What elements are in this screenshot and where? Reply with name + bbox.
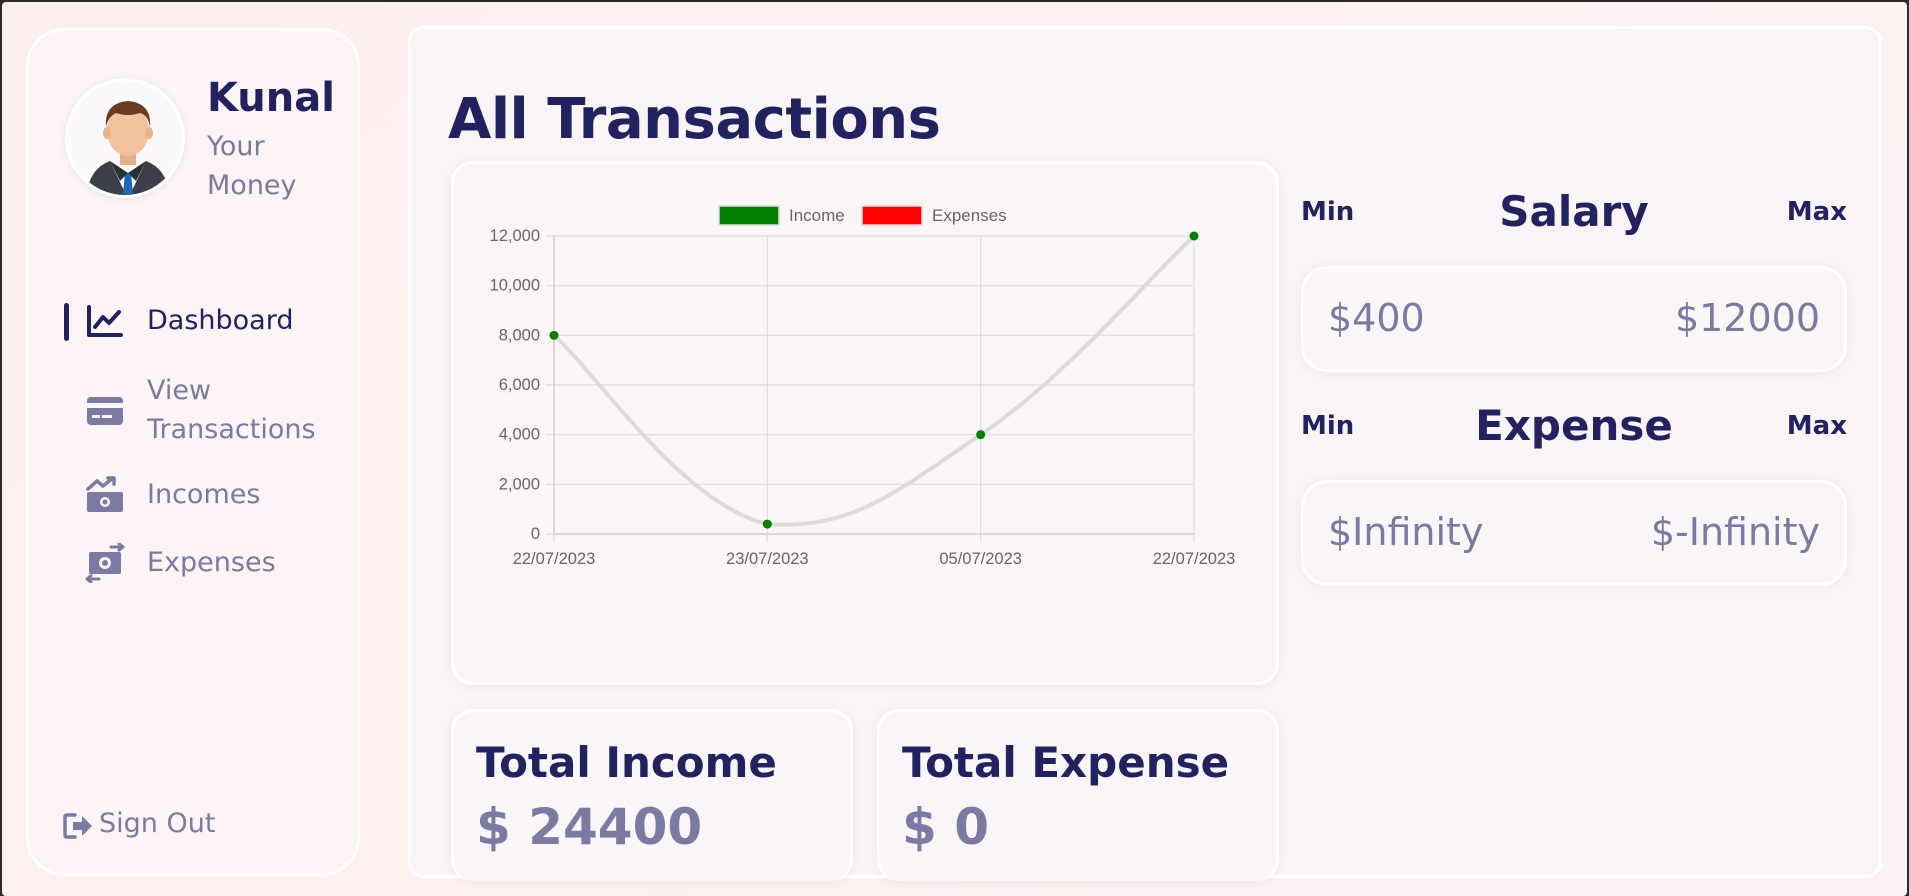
line-chart: 0 2,000 4,000 6,000 8,000 10,000 12,000 22/07/2…	[490, 205, 1236, 568]
salary-title: Salary	[1499, 187, 1649, 236]
legend-swatch	[718, 205, 780, 226]
y-tick-label: 12,000	[490, 227, 540, 245]
sidebar-item-dashboard[interactable]: Dashboard	[29, 301, 357, 345]
sign-out-icon	[63, 813, 92, 839]
total-income-value: $ 24400	[476, 798, 703, 856]
money-exchange-icon	[85, 542, 125, 584]
active-indicator	[64, 303, 69, 341]
user-name: Kunal	[207, 75, 335, 121]
y-tick-label: 8,000	[499, 326, 540, 344]
total-income-label: Total Income	[476, 738, 777, 787]
expense-range-box: $Infinity $-Infinity	[1301, 480, 1847, 586]
x-tick-label: 22/07/2023	[513, 550, 596, 568]
total-expense-value: $ 0	[902, 798, 989, 856]
y-tick-label: 6,000	[499, 376, 540, 394]
total-expense-card: Total Expense $ 0	[877, 709, 1279, 881]
sidebar-item-expenses[interactable]: Expenses	[29, 542, 357, 587]
sidebar-item-label: View Transactions	[147, 375, 316, 445]
x-tick-label: 23/07/2023	[726, 550, 809, 568]
avatar	[65, 78, 185, 198]
page-title: All Transactions	[448, 87, 941, 152]
expense-max-label: Max	[1786, 411, 1847, 441]
salary-max-value: $12000	[1674, 296, 1820, 340]
y-tick-label: 2,000	[499, 475, 540, 493]
total-income-card: Total Income $ 24400	[451, 709, 853, 881]
data-point	[1189, 231, 1199, 241]
legend-label: Income	[789, 206, 845, 225]
legend-swatch	[861, 205, 923, 226]
sidebar: Kunal Your Money Dashboard View Transact…	[26, 28, 360, 876]
salary-header: Min Salary Max	[1301, 187, 1847, 237]
main-panel: All Transactions 0 2,000 4,000 6,000 8,000 10…	[408, 26, 1882, 881]
x-tick-label: 22/07/2023	[1153, 550, 1236, 568]
sidebar-item-label: Incomes	[147, 479, 261, 510]
expense-title: Expense	[1475, 401, 1673, 450]
sidebar-item-label: Expenses	[147, 547, 276, 578]
app-window: Kunal Your Money Dashboard View Transact…	[2, 2, 1907, 896]
data-point	[976, 430, 986, 440]
transactions-chart: 0 2,000 4,000 6,000 8,000 10,000 12,000 22/07/2…	[451, 161, 1279, 685]
money-trend-icon	[85, 475, 125, 515]
chart-line-icon	[85, 301, 125, 341]
sidebar-item-label: Dashboard	[147, 305, 294, 336]
data-point	[549, 330, 559, 340]
salary-max-label: Max	[1786, 197, 1847, 227]
sidebar-item-incomes[interactable]: Incomes	[29, 475, 357, 519]
data-point	[762, 519, 772, 529]
expense-min-value: $Infinity	[1328, 510, 1484, 554]
credit-card-icon	[85, 391, 125, 431]
legend-label: Expenses	[932, 206, 1007, 225]
y-tick-label: 10,000	[490, 277, 540, 295]
salary-min-value: $400	[1328, 296, 1425, 340]
y-tick-label: 0	[531, 525, 540, 543]
y-tick-label: 4,000	[499, 426, 540, 444]
series-line-income	[552, 234, 1196, 527]
sidebar-item-view-transactions[interactable]: View Transactions	[29, 371, 357, 451]
salary-range-box: $400 $12000	[1301, 266, 1847, 372]
x-tick-label: 05/07/2023	[939, 550, 1022, 568]
expense-header: Min Expense Max	[1301, 401, 1847, 451]
sign-out-label: Sign Out	[99, 808, 216, 839]
user-tagline: Your Money	[207, 131, 297, 201]
expense-max-value: $-Infinity	[1650, 510, 1820, 554]
total-expense-label: Total Expense	[902, 738, 1230, 787]
